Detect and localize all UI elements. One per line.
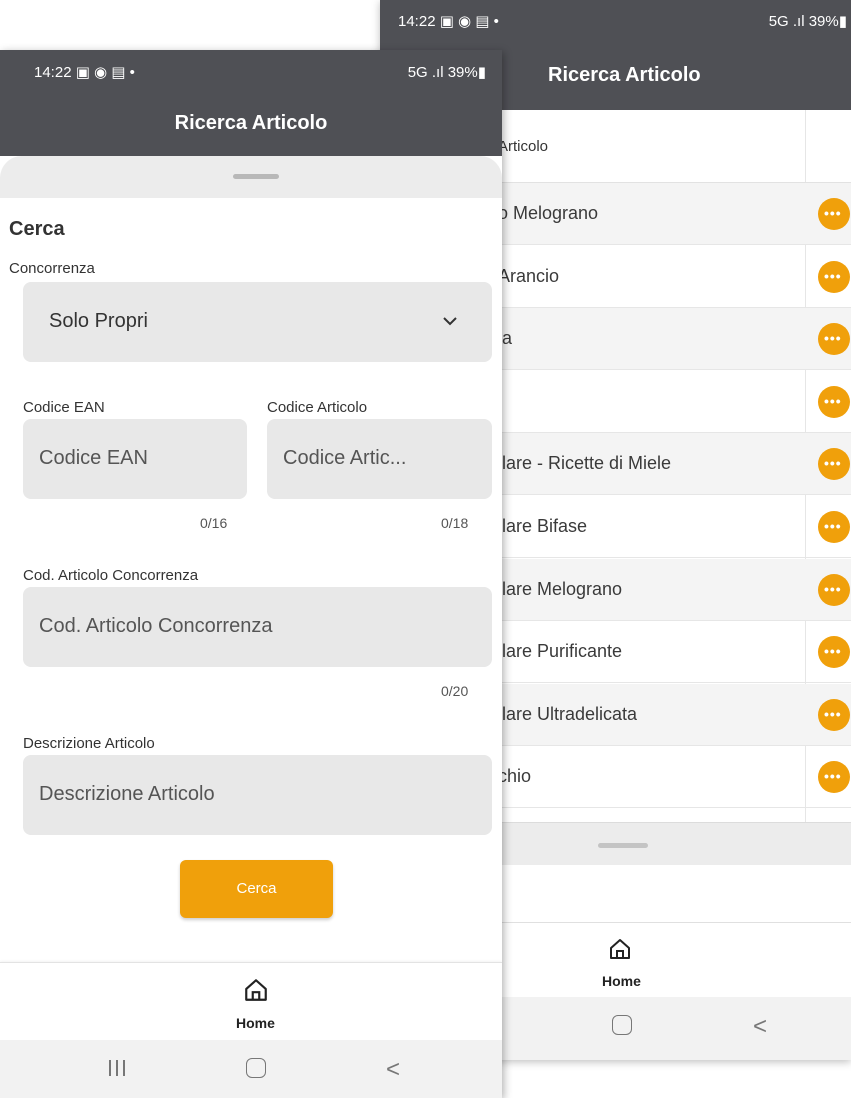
descrizione-field[interactable]: Descrizione Articolo	[23, 755, 492, 835]
page-title: Ricerca Articolo	[548, 64, 701, 86]
ean-field[interactable]: Codice EAN	[23, 419, 247, 499]
more-actions-icon[interactable]: •••	[818, 573, 850, 606]
cod-articolo-label: Codice Articolo	[267, 399, 368, 416]
ean-counter: 0/16	[200, 515, 228, 531]
status-indicators: 5G .ıl 39%▮	[768, 13, 847, 30]
ean-placeholder: Codice EAN	[39, 447, 148, 469]
status-bar: 14:22 ▣ ◉ ▤ • 5G .ıl 39%▮	[0, 50, 502, 92]
more-actions-icon[interactable]: •••	[818, 260, 850, 293]
row-description: llare Melograno	[498, 578, 623, 599]
system-back-icon[interactable]: <	[753, 1013, 767, 1041]
concorrenza-select[interactable]: Solo Propri	[23, 282, 492, 362]
drag-handle[interactable]	[598, 843, 648, 848]
status-time: 14:22 ▣ ◉ ▤ •	[398, 13, 499, 30]
system-recents-icon[interactable]	[109, 1060, 127, 1076]
row-description: llare Purificante	[498, 641, 623, 662]
descrizione-label: Descrizione Articolo	[23, 735, 155, 752]
cod-concorrenza-label: Cod. Articolo Concorrenza	[23, 567, 199, 584]
cod-articolo-placeholder: Codice Artic...	[283, 447, 407, 469]
concorrenza-label: Concorrenza	[9, 260, 95, 277]
row-description: chio	[498, 766, 532, 787]
cod-concorrenza-counter: 0/20	[441, 683, 469, 699]
more-actions-icon[interactable]: •••	[818, 761, 850, 794]
nav-home-label[interactable]: Home	[236, 1015, 275, 1031]
concorrenza-value: Solo Propri	[49, 310, 148, 332]
cod-articolo-counter: 0/18	[441, 515, 469, 531]
chevron-down-icon	[443, 317, 457, 326]
ean-label: Codice EAN	[23, 399, 105, 416]
status-indicators: 5G .ıl 39%▮	[407, 64, 486, 81]
more-actions-icon[interactable]: •••	[818, 698, 850, 731]
more-actions-icon[interactable]: •••	[818, 511, 850, 543]
column-header-articolo: Articolo	[498, 138, 549, 155]
row-description: llare - Ricette di Miele	[498, 453, 672, 474]
home-icon[interactable]	[608, 937, 632, 961]
sheet-handle-area[interactable]	[0, 156, 502, 198]
descrizione-placeholder: Descrizione Articolo	[39, 783, 215, 805]
system-nav-bar: <	[0, 1040, 502, 1098]
page-title: Ricerca Articolo	[174, 112, 328, 134]
search-button[interactable]: Cerca	[180, 860, 333, 918]
more-actions-icon[interactable]: •••	[818, 198, 850, 230]
app-bar: Ricerca Articolo	[0, 92, 502, 156]
search-heading: Cerca	[9, 218, 65, 240]
row-description: llare Bifase	[498, 516, 588, 536]
system-home-icon[interactable]	[612, 1015, 632, 1035]
home-icon[interactable]	[243, 977, 269, 1003]
more-actions-icon[interactable]: •••	[818, 636, 850, 669]
row-description: llare Ultradelicata	[498, 703, 638, 724]
bottom-nav: Home	[0, 962, 502, 1040]
more-actions-icon[interactable]: •••	[818, 323, 850, 356]
cod-concorrenza-field[interactable]: Cod. Articolo Concorrenza	[23, 587, 492, 667]
row-description: Arancio	[498, 265, 560, 286]
nav-home-label[interactable]: Home	[602, 973, 641, 989]
status-time: 14:22 ▣ ◉ ▤ •	[34, 64, 135, 81]
drag-handle[interactable]	[233, 174, 279, 179]
row-description: o Melograno	[498, 203, 599, 223]
status-bar: 14:22 ▣ ◉ ▤ • 5G .ıl 39%▮	[380, 0, 851, 42]
search-screen: 14:22 ▣ ◉ ▤ • 5G .ıl 39%▮ Ricerca Artico…	[0, 50, 502, 1098]
more-actions-icon[interactable]: •••	[818, 448, 850, 481]
system-home-icon[interactable]	[246, 1058, 266, 1078]
cod-articolo-field[interactable]: Codice Artic...	[267, 419, 492, 499]
screenshot-stage: 14:22 ▣ ◉ ▤ • 5G .ıl 39%▮ Ricerca Artico…	[0, 0, 851, 1098]
search-sheet: Cerca Concorrenza Solo Propri Codice EAN…	[0, 156, 502, 962]
more-actions-icon[interactable]: •••	[818, 385, 850, 418]
cod-concorrenza-placeholder: Cod. Articolo Concorrenza	[39, 615, 273, 637]
system-back-icon[interactable]: <	[386, 1056, 400, 1084]
